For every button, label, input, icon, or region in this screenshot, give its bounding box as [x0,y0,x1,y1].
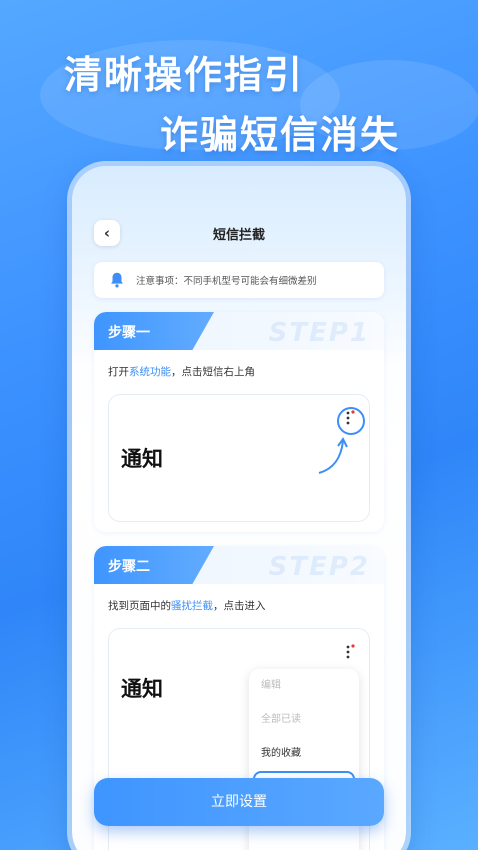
more-vertical-icon [346,410,355,425]
notice-text: 注意事项：不同手机型号可能会有细微差别 [136,276,317,287]
step2-tab: 步骤二 [94,546,214,584]
menu-item-favorites[interactable]: 我的收藏 [249,737,359,771]
demo-title: 通知 [121,447,163,471]
phone-mockup: ‹ 短信拦截 注意事项：不同手机型号可能会有细微差别 步骤一 STEP1 打开系… [72,166,406,850]
setup-now-button[interactable]: 立即设置 [94,778,384,826]
step1-card: 步骤一 STEP1 打开系统功能，点击短信右上角 通知 [94,312,384,532]
step1-desc: 打开系统功能，点击短信右上角 [108,366,255,378]
arrow-icon [318,437,348,474]
page-title: 短信拦截 [212,228,265,243]
menu-item-mark-all-read[interactable]: 全部已读 [249,703,359,737]
menu-item-edit[interactable]: 编辑 [249,669,359,703]
headline-line2: 诈骗短信消失 [160,113,401,157]
step1-link: 系统功能 [129,366,171,378]
bell-icon [111,272,123,288]
headline-line1: 清晰操作指引 [64,53,305,97]
step1-tab: 步骤一 [94,312,214,350]
navbar: ‹ 短信拦截 [72,216,406,250]
step2-watermark: STEP2 [268,552,370,582]
step1-watermark: STEP1 [268,318,370,348]
step2-desc: 找到页面中的骚扰拦截，点击进入 [108,600,266,612]
notice-banner: 注意事项：不同手机型号可能会有细微差别 [94,262,384,298]
step2-link: 骚扰拦截 [171,600,213,612]
demo-title: 通知 [121,677,163,701]
step1-demo: 通知 [108,394,370,522]
more-vertical-icon [346,644,355,659]
